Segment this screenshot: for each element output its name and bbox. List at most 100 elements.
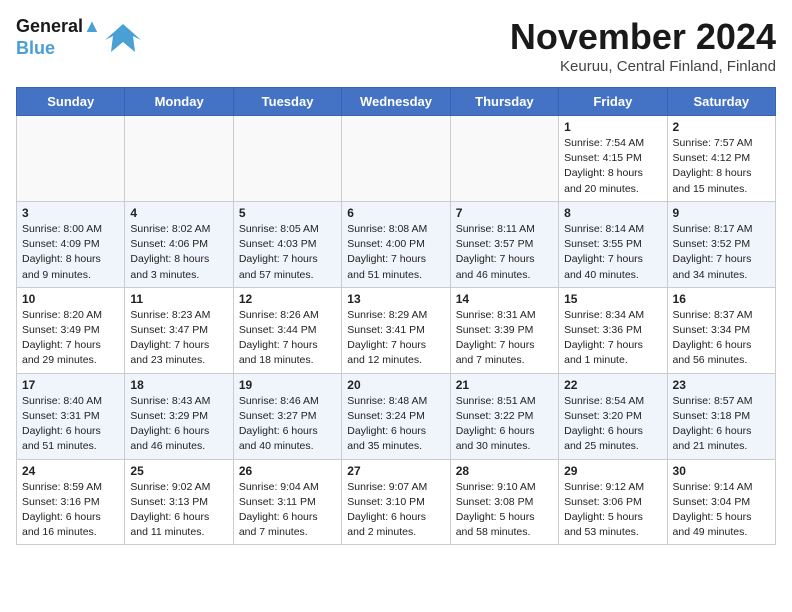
day-info: Sunrise: 9:12 AMSunset: 3:06 PMDaylight:… xyxy=(564,480,661,541)
calendar-cell: 15Sunrise: 8:34 AMSunset: 3:36 PMDayligh… xyxy=(559,287,667,373)
weekday-thursday: Thursday xyxy=(450,88,558,116)
calendar-cell: 26 Sunrise: 9:04 AMSunset: 3:11 PMDayligh… xyxy=(233,459,341,545)
calendar-cell: 1 Sunrise: 7:54 AMSunset: 4:15 PMDaylight… xyxy=(559,116,667,202)
calendar-week-2: 3 Sunrise: 8:00 AMSunset: 4:09 PMDaylight… xyxy=(17,201,776,287)
day-info: Sunrise: 8:00 AMSunset: 4:09 PMDaylight:… xyxy=(22,222,119,283)
day-number: 24 xyxy=(22,464,119,478)
day-number: 16 xyxy=(673,292,770,306)
calendar-cell: 10 Sunrise: 8:20 AMSunset: 3:49 PMDayligh… xyxy=(17,287,125,373)
calendar-cell: 23 Sunrise: 8:57 AMSunset: 3:18 PMDayligh… xyxy=(667,373,775,459)
day-info: Sunrise: 9:02 AMSunset: 3:13 PMDaylight:… xyxy=(130,480,227,541)
day-info: Sunrise: 7:54 AMSunset: 4:15 PMDaylight:… xyxy=(564,136,661,197)
calendar-cell: 17 Sunrise: 8:40 AMSunset: 3:31 PMDayligh… xyxy=(17,373,125,459)
logo: General▲ Blue xyxy=(16,16,141,59)
day-number: 23 xyxy=(673,378,770,392)
day-info: Sunrise: 8:34 AMSunset: 3:36 PMDaylight:… xyxy=(564,308,661,369)
day-info: Sunrise: 8:37 AMSunset: 3:34 PMDaylight:… xyxy=(673,308,770,369)
logo-subtext: Blue xyxy=(16,38,101,60)
calendar-cell: 14 Sunrise: 8:31 AMSunset: 3:39 PMDayligh… xyxy=(450,287,558,373)
day-info: Sunrise: 8:23 AMSunset: 3:47 PMDaylight:… xyxy=(130,308,227,369)
calendar-cell: 29 Sunrise: 9:12 AMSunset: 3:06 PMDayligh… xyxy=(559,459,667,545)
calendar-cell: 28 Sunrise: 9:10 AMSunset: 3:08 PMDayligh… xyxy=(450,459,558,545)
logo-bird-icon xyxy=(105,20,141,56)
weekday-monday: Monday xyxy=(125,88,233,116)
calendar-cell: 19Sunrise: 8:46 AMSunset: 3:27 PMDayligh… xyxy=(233,373,341,459)
calendar-cell: 5 Sunrise: 8:05 AMSunset: 4:03 PMDaylight… xyxy=(233,201,341,287)
day-number: 8 xyxy=(564,206,661,220)
day-number: 2 xyxy=(673,120,770,134)
calendar-cell: 24 Sunrise: 8:59 AMSunset: 3:16 PMDayligh… xyxy=(17,459,125,545)
day-number: 12 xyxy=(239,292,336,306)
calendar-cell xyxy=(125,116,233,202)
day-info: Sunrise: 7:57 AMSunset: 4:12 PMDaylight:… xyxy=(673,136,770,197)
calendar-cell: 7 Sunrise: 8:11 AMSunset: 3:57 PMDaylight… xyxy=(450,201,558,287)
day-info: Sunrise: 9:04 AMSunset: 3:11 PMDaylight:… xyxy=(239,480,336,541)
day-number: 14 xyxy=(456,292,553,306)
day-info: Sunrise: 8:54 AMSunset: 3:20 PMDaylight:… xyxy=(564,394,661,455)
day-number: 4 xyxy=(130,206,227,220)
day-number: 26 xyxy=(239,464,336,478)
day-number: 21 xyxy=(456,378,553,392)
day-info: Sunrise: 8:29 AMSunset: 3:41 PMDaylight:… xyxy=(347,308,444,369)
day-number: 29 xyxy=(564,464,661,478)
day-info: Sunrise: 8:57 AMSunset: 3:18 PMDaylight:… xyxy=(673,394,770,455)
day-info: Sunrise: 8:26 AMSunset: 3:44 PMDaylight:… xyxy=(239,308,336,369)
calendar-cell: 9 Sunrise: 8:17 AMSunset: 3:52 PMDaylight… xyxy=(667,201,775,287)
logo-text: General▲ xyxy=(16,16,101,38)
calendar-cell: 13 Sunrise: 8:29 AMSunset: 3:41 PMDayligh… xyxy=(342,287,450,373)
weekday-sunday: Sunday xyxy=(17,88,125,116)
day-number: 10 xyxy=(22,292,119,306)
day-number: 9 xyxy=(673,206,770,220)
calendar-cell xyxy=(17,116,125,202)
calendar-cell: 4Sunrise: 8:02 AMSunset: 4:06 PMDaylight… xyxy=(125,201,233,287)
day-number: 30 xyxy=(673,464,770,478)
day-number: 18 xyxy=(130,378,227,392)
calendar-cell: 3 Sunrise: 8:00 AMSunset: 4:09 PMDaylight… xyxy=(17,201,125,287)
calendar-cell: 22 Sunrise: 8:54 AMSunset: 3:20 PMDayligh… xyxy=(559,373,667,459)
calendar-week-3: 10 Sunrise: 8:20 AMSunset: 3:49 PMDayligh… xyxy=(17,287,776,373)
calendar-cell: 6 Sunrise: 8:08 AMSunset: 4:00 PMDaylight… xyxy=(342,201,450,287)
day-number: 1 xyxy=(564,120,661,134)
calendar-cell: 12 Sunrise: 8:26 AMSunset: 3:44 PMDayligh… xyxy=(233,287,341,373)
calendar-cell: 27Sunrise: 9:07 AMSunset: 3:10 PMDayligh… xyxy=(342,459,450,545)
calendar-cell: 30 Sunrise: 9:14 AMSunset: 3:04 PMDayligh… xyxy=(667,459,775,545)
day-number: 11 xyxy=(130,292,227,306)
day-info: Sunrise: 8:48 AMSunset: 3:24 PMDaylight:… xyxy=(347,394,444,455)
day-info: Sunrise: 8:05 AMSunset: 4:03 PMDaylight:… xyxy=(239,222,336,283)
calendar-cell: 20Sunrise: 8:48 AMSunset: 3:24 PMDayligh… xyxy=(342,373,450,459)
location-subtitle: Keuruu, Central Finland, Finland xyxy=(510,58,776,75)
day-info: Sunrise: 8:43 AMSunset: 3:29 PMDaylight:… xyxy=(130,394,227,455)
weekday-saturday: Saturday xyxy=(667,88,775,116)
day-number: 5 xyxy=(239,206,336,220)
calendar-body: 1 Sunrise: 7:54 AMSunset: 4:15 PMDaylight… xyxy=(17,116,776,545)
calendar-week-4: 17 Sunrise: 8:40 AMSunset: 3:31 PMDayligh… xyxy=(17,373,776,459)
day-info: Sunrise: 8:17 AMSunset: 3:52 PMDaylight:… xyxy=(673,222,770,283)
month-title: November 2024 xyxy=(510,16,776,58)
weekday-friday: Friday xyxy=(559,88,667,116)
day-number: 7 xyxy=(456,206,553,220)
day-number: 28 xyxy=(456,464,553,478)
day-info: Sunrise: 9:14 AMSunset: 3:04 PMDaylight:… xyxy=(673,480,770,541)
calendar-cell xyxy=(450,116,558,202)
calendar-cell: 25Sunrise: 9:02 AMSunset: 3:13 PMDayligh… xyxy=(125,459,233,545)
day-number: 6 xyxy=(347,206,444,220)
day-info: Sunrise: 8:59 AMSunset: 3:16 PMDaylight:… xyxy=(22,480,119,541)
day-info: Sunrise: 8:40 AMSunset: 3:31 PMDaylight:… xyxy=(22,394,119,455)
calendar-week-1: 1 Sunrise: 7:54 AMSunset: 4:15 PMDaylight… xyxy=(17,116,776,202)
day-number: 13 xyxy=(347,292,444,306)
calendar-cell: 16 Sunrise: 8:37 AMSunset: 3:34 PMDayligh… xyxy=(667,287,775,373)
calendar-cell: 11 Sunrise: 8:23 AMSunset: 3:47 PMDayligh… xyxy=(125,287,233,373)
day-info: Sunrise: 8:08 AMSunset: 4:00 PMDaylight:… xyxy=(347,222,444,283)
day-info: Sunrise: 8:31 AMSunset: 3:39 PMDaylight:… xyxy=(456,308,553,369)
calendar-cell: 8 Sunrise: 8:14 AMSunset: 3:55 PMDaylight… xyxy=(559,201,667,287)
day-info: Sunrise: 9:10 AMSunset: 3:08 PMDaylight:… xyxy=(456,480,553,541)
day-info: Sunrise: 8:51 AMSunset: 3:22 PMDaylight:… xyxy=(456,394,553,455)
day-info: Sunrise: 8:20 AMSunset: 3:49 PMDaylight:… xyxy=(22,308,119,369)
day-number: 3 xyxy=(22,206,119,220)
day-number: 17 xyxy=(22,378,119,392)
day-info: Sunrise: 8:11 AMSunset: 3:57 PMDaylight:… xyxy=(456,222,553,283)
calendar-cell xyxy=(233,116,341,202)
day-number: 22 xyxy=(564,378,661,392)
weekday-wednesday: Wednesday xyxy=(342,88,450,116)
day-info: Sunrise: 8:14 AMSunset: 3:55 PMDaylight:… xyxy=(564,222,661,283)
